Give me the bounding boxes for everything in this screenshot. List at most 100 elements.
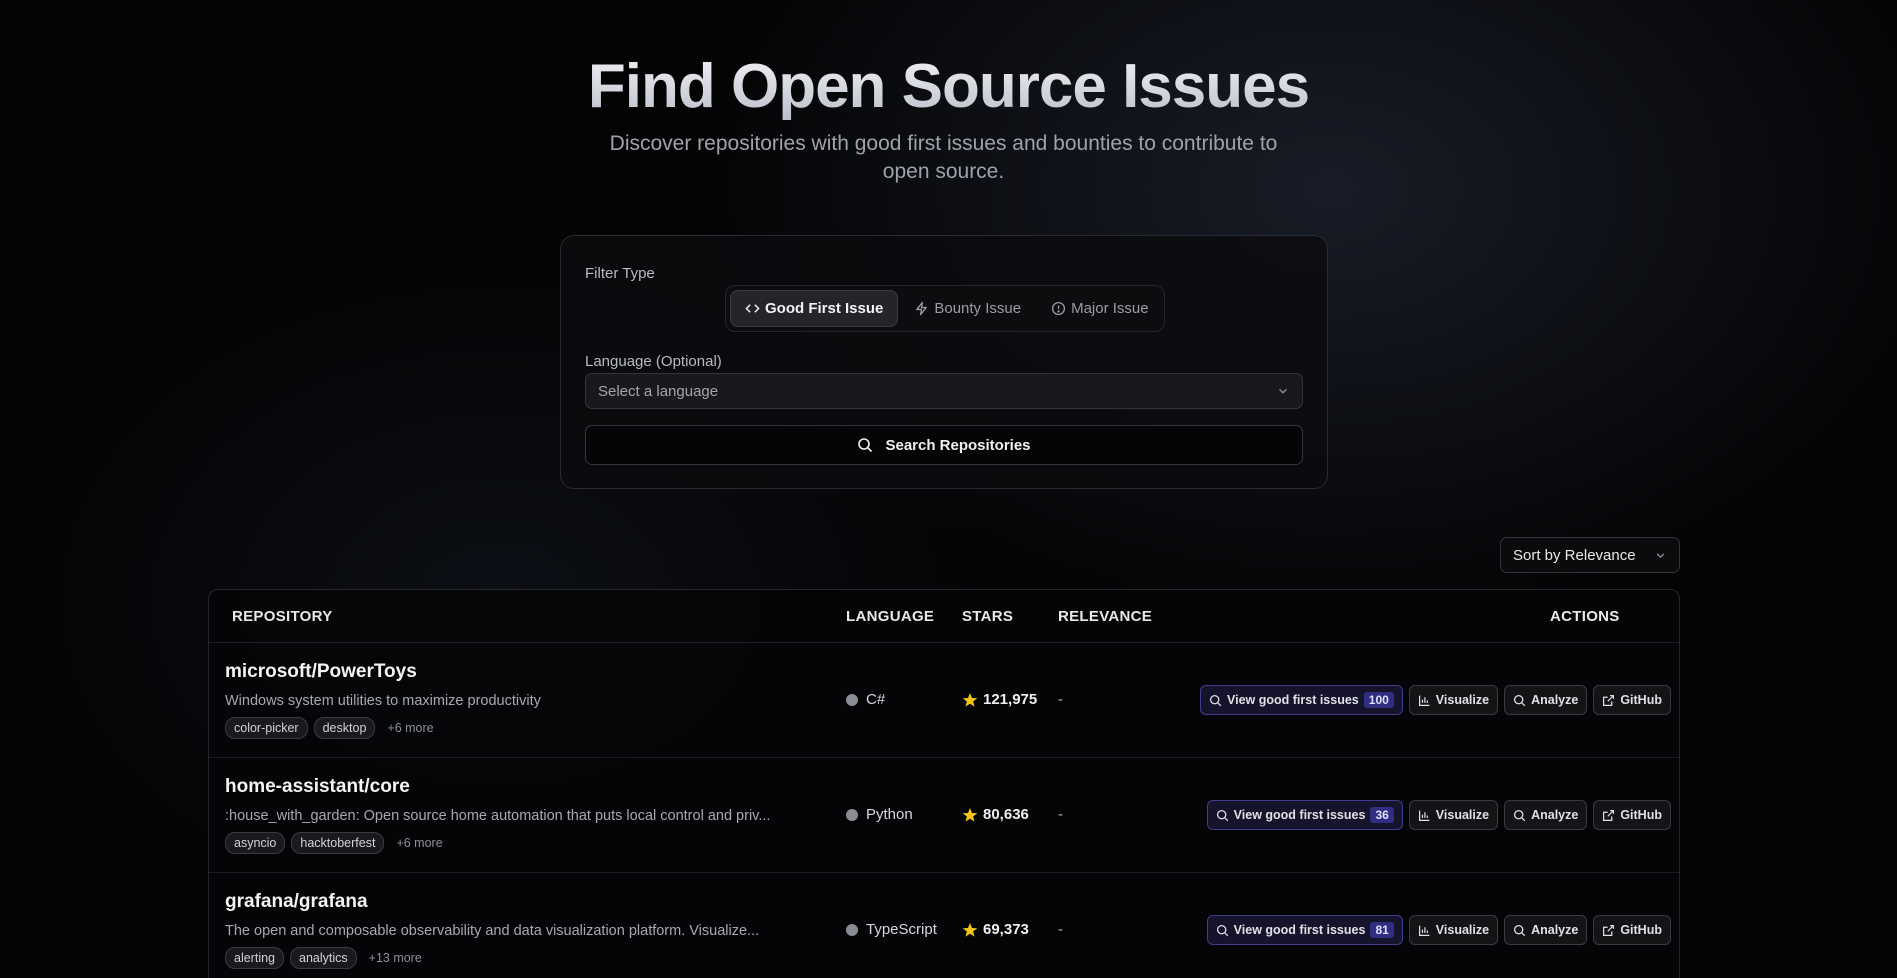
tag-badge[interactable]: asyncio [225,832,286,854]
search-icon [1216,809,1228,821]
repository-table: REPOSITORY LANGUAGE STARS RELEVANCE ACTI… [208,589,1680,978]
lightning-icon [916,301,928,316]
repo-stars: 69,373 [962,921,1029,938]
stars-count: 69,373 [983,921,1029,938]
issue-count-badge: 100 [1363,692,1394,708]
visualize-label: Visualize [1435,923,1490,937]
hero-title: Find Open Source Issues [0,50,1897,124]
repo-language: C# [846,691,885,708]
github-button[interactable]: GitHub [1593,800,1671,830]
search-icon [1514,924,1526,936]
repo-tags: alerting analytics +13 more [225,947,422,969]
analyze-label: Analyze [1531,923,1579,937]
github-label: GitHub [1620,693,1662,707]
sort-select-label: Sort by Relevance [1513,546,1636,564]
view-good-first-issues-button[interactable]: View good first issues 81 [1206,915,1403,945]
header-stars: STARS [962,608,1014,625]
filter-good-first-issue-button[interactable]: Good First Issue [730,290,899,327]
filter-major-issue-label: Major Issue [1071,300,1149,317]
repo-language: TypeScript [846,921,937,938]
tag-badge[interactable]: color-picker [225,717,308,739]
filter-good-first-issue-label: Good First Issue [765,300,884,317]
tag-badge[interactable]: analytics [290,947,357,969]
stars-count: 80,636 [983,806,1029,823]
table-header: REPOSITORY LANGUAGE STARS RELEVANCE ACTI… [209,590,1679,643]
analyze-button[interactable]: Analyze [1504,800,1588,830]
bar-chart-icon [1418,925,1430,936]
code-icon [745,304,760,313]
visualize-label: Visualize [1435,693,1490,707]
analyze-button[interactable]: Analyze [1504,915,1588,945]
tag-badge[interactable]: desktop [313,717,376,739]
repo-description: :house_with_garden: Open source home aut… [225,808,771,824]
language-dot [846,808,858,821]
analyze-label: Analyze [1531,808,1579,822]
star-icon [962,807,978,822]
language-label: Language (Optional) [585,353,722,370]
sort-select[interactable]: Sort by Relevance [1500,537,1680,573]
stars-count: 121,975 [983,691,1038,708]
header-relevance: RELEVANCE [1058,608,1153,625]
repo-name[interactable]: microsoft/PowerToys [225,661,417,683]
repo-relevance: - [1058,691,1063,708]
language-name: Python [866,806,913,823]
language-dot [846,693,858,706]
repo-language: Python [846,806,913,823]
table-row: home-assistant/core :house_with_garden: … [209,758,1679,873]
search-icon [1514,694,1526,706]
tag-badge[interactable]: hacktoberfest [291,832,385,854]
tag-badge[interactable]: alerting [225,947,284,969]
analyze-label: Analyze [1531,693,1579,707]
hero-subtitle: Discover repositories with good first is… [609,132,1278,183]
view-good-first-issues-button[interactable]: View good first issues 100 [1200,685,1403,715]
repo-name[interactable]: home-assistant/core [225,776,410,798]
repo-name[interactable]: grafana/grafana [225,891,368,913]
repo-tags: asyncio hacktoberfest +6 more [225,832,443,854]
visualize-button[interactable]: Visualize [1408,915,1499,945]
chevron-down-icon [1279,388,1287,394]
more-tags: +6 more [387,721,434,735]
language-select-placeholder: Select a language [598,382,719,400]
bar-chart-icon [1418,810,1430,821]
search-repositories-button[interactable]: Search Repositories [585,425,1303,465]
language-name: TypeScript [866,921,937,938]
star-icon [962,922,978,937]
header-repository: REPOSITORY [232,608,333,625]
repo-tags: color-picker desktop +6 more [225,717,434,739]
row-actions: View good first issues 81 Visualize Anal… [1206,915,1671,945]
view-good-first-issues-button[interactable]: View good first issues 36 [1206,800,1403,830]
external-link-icon [1603,924,1615,936]
visualize-label: Visualize [1435,808,1490,822]
filter-major-issue-button[interactable]: Major Issue [1037,290,1163,327]
visualize-button[interactable]: Visualize [1408,800,1499,830]
filter-card: Filter Type Good First Issue Bounty Issu… [560,235,1328,489]
table-row: microsoft/PowerToys Windows system utili… [209,643,1679,758]
external-link-icon [1603,694,1615,706]
search-icon [858,438,873,453]
star-icon [962,692,978,707]
visualize-button[interactable]: Visualize [1408,685,1499,715]
analyze-button[interactable]: Analyze [1504,685,1588,715]
repo-relevance: - [1058,921,1063,938]
github-button[interactable]: GitHub [1593,685,1671,715]
language-dot [846,923,858,936]
language-select[interactable]: Select a language [585,373,1303,409]
filter-bounty-issue-button[interactable]: Bounty Issue [900,290,1035,327]
filter-type-segmented-control: Good First Issue Bounty Issue Major Issu… [725,285,1165,332]
more-tags: +13 more [368,951,422,965]
view-good-first-issues-label: View good first issues [1227,693,1359,707]
more-tags: +6 more [396,836,443,850]
filter-bounty-issue-label: Bounty Issue [934,300,1022,317]
chevron-down-icon [1656,552,1665,558]
external-link-icon [1603,809,1615,821]
search-repositories-label: Search Repositories [885,436,1031,454]
github-button[interactable]: GitHub [1593,915,1671,945]
repo-stars: 80,636 [962,806,1029,823]
header-language: LANGUAGE [846,608,935,625]
alert-circle-icon [1052,301,1066,316]
view-good-first-issues-label: View good first issues [1233,808,1366,822]
row-actions: View good first issues 100 Visualize Ana… [1200,685,1671,715]
repo-description: The open and composable observability an… [225,923,760,939]
repo-stars: 121,975 [962,691,1037,708]
bar-chart-icon [1418,695,1430,706]
